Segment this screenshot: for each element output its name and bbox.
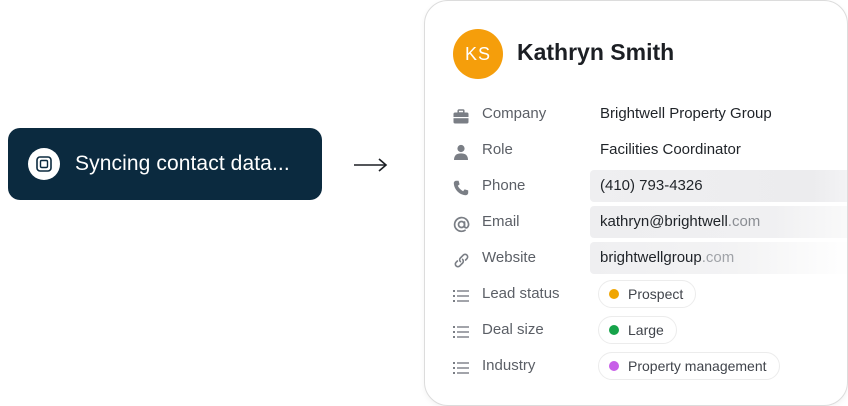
field-row-industry: Industry Property management	[451, 349, 847, 383]
field-row-lead-status: Lead status Prospect	[451, 277, 847, 311]
field-row-email: Email kathryn@brightwell.com	[451, 205, 847, 239]
website-main: brightwellgroup	[600, 249, 702, 266]
person-icon	[451, 142, 471, 162]
arrow-right-icon	[352, 152, 390, 178]
field-value-role[interactable]: Facilities Coordinator	[600, 141, 741, 158]
lead-status-tag[interactable]: Prospect	[598, 280, 697, 308]
field-label-industry: Industry	[482, 357, 536, 374]
avatar: KS	[453, 29, 503, 79]
contact-card: KS Kathryn Smith Company Brightwell Prop…	[424, 0, 848, 406]
field-label-website: Website	[482, 249, 536, 266]
sync-status-pill: Syncing contact data...	[8, 128, 322, 200]
tag-label: Property management	[628, 358, 767, 374]
link-icon	[451, 250, 471, 270]
industry-tag[interactable]: Property management	[598, 352, 780, 380]
at-sign-icon	[451, 214, 471, 234]
email-tail: .com	[727, 213, 761, 230]
field-label-company: Company	[482, 105, 547, 122]
deal-size-tag[interactable]: Large	[598, 316, 677, 344]
tag-label: Large	[628, 322, 664, 338]
field-value-website[interactable]: brightwellgroup.com	[590, 242, 847, 274]
field-row-role: Role Facilities Coordinator	[451, 133, 847, 167]
email-main: kathryn@brightwell	[600, 213, 728, 230]
briefcase-icon	[451, 106, 471, 126]
contact-name: Kathryn Smith	[517, 39, 675, 65]
field-row-website: Website brightwellgroup.com	[451, 241, 847, 275]
field-label-deal-size: Deal size	[482, 321, 544, 338]
field-label-phone: Phone	[482, 177, 526, 194]
field-row-deal-size: Deal size Large	[451, 313, 847, 347]
tag-label: Prospect	[628, 286, 684, 302]
website-tail: .com	[701, 249, 735, 266]
stage: Syncing contact data... KS Kathryn Smith…	[0, 0, 848, 406]
sync-status-text: Syncing contact data...	[75, 152, 290, 175]
list-icon	[451, 286, 471, 306]
sync-chip-icon	[28, 148, 60, 180]
field-value-phone[interactable]: (410) 793-4326	[590, 170, 847, 202]
field-value-company[interactable]: Brightwell Property Group	[600, 105, 772, 122]
status-dot	[609, 325, 619, 335]
list-icon	[451, 322, 471, 342]
status-dot	[609, 361, 619, 371]
phone-icon	[451, 178, 471, 198]
field-value-email[interactable]: kathryn@brightwell.com	[590, 206, 847, 238]
field-label-email: Email	[482, 213, 520, 230]
field-label-lead-status: Lead status	[482, 285, 560, 302]
field-row-company: Company Brightwell Property Group	[451, 97, 847, 131]
list-icon	[451, 358, 471, 378]
field-label-role: Role	[482, 141, 513, 158]
field-row-phone: Phone (410) 793-4326	[451, 169, 847, 203]
status-dot	[609, 289, 619, 299]
